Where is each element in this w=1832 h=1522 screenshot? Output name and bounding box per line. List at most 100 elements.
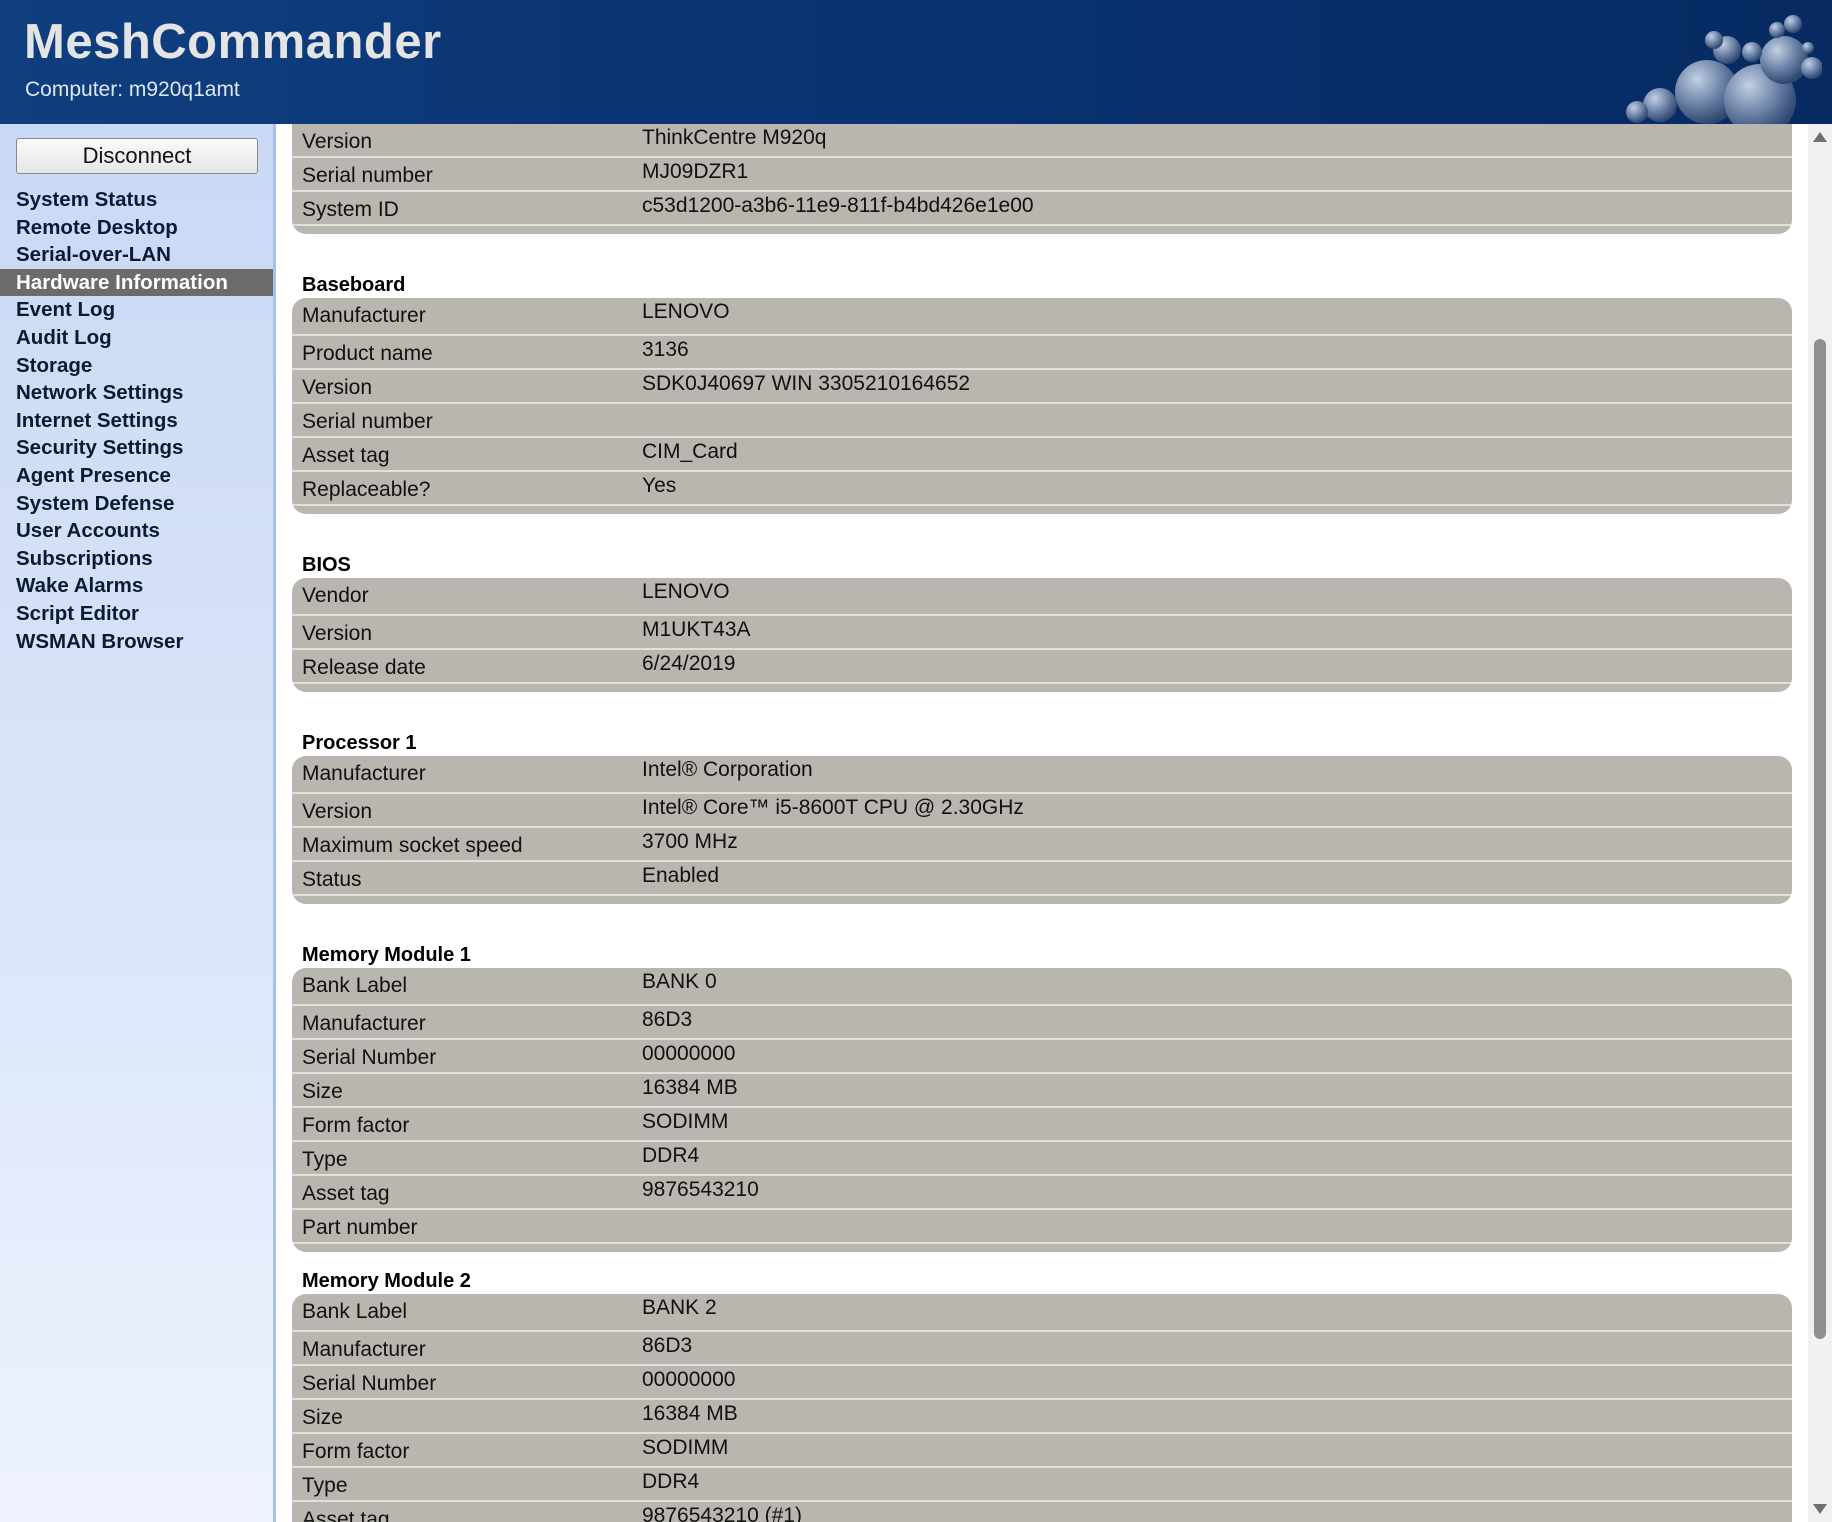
table-row: Version M1UKT43A (292, 616, 1792, 650)
field-value: 86D3 (642, 1008, 693, 1031)
app-title: MeshCommander (24, 15, 442, 69)
scroll-up-arrow-icon[interactable] (1813, 132, 1827, 142)
sidebar-item-network-settings[interactable]: Network Settings (0, 379, 273, 407)
field-label: Manufacturer (302, 1012, 426, 1035)
table-row: Replaceable? Yes (292, 472, 1792, 506)
table-row: Form factor SODIMM (292, 1434, 1792, 1468)
field-label: Form factor (302, 1114, 410, 1137)
field-value: 9876543210 (#1) (642, 1504, 802, 1522)
table-row: Form factor SODIMM (292, 1108, 1792, 1142)
table-row: Manufacturer 86D3 (292, 1332, 1792, 1366)
sidebar-item-user-accounts[interactable]: User Accounts (0, 517, 273, 545)
field-value: 00000000 (642, 1368, 736, 1391)
field-label: Size (302, 1406, 343, 1429)
field-value: Intel® Corporation (642, 758, 813, 781)
table-row: Maximum socket speed 3700 MHz (292, 828, 1792, 862)
computer-name: Computer: m920q1amt (25, 78, 240, 101)
field-value: LENOVO (642, 300, 730, 323)
table-row: Serial Number 00000000 (292, 1366, 1792, 1400)
field-value: Intel® Core™ i5-8600T CPU @ 2.30GHz (642, 796, 1024, 819)
field-label: Version (302, 376, 373, 399)
field-label: Version (302, 130, 373, 153)
table-row: Status Enabled (292, 862, 1792, 896)
field-value: Enabled (642, 864, 720, 887)
scroll-down-arrow-icon[interactable] (1813, 1504, 1827, 1514)
sidebar-item-agent-presence[interactable]: Agent Presence (0, 462, 273, 490)
sidebar-item-security-settings[interactable]: Security Settings (0, 434, 273, 462)
section-title-memory-module-1: Memory Module 1 (302, 944, 471, 966)
sidebar-item-internet-settings[interactable]: Internet Settings (0, 407, 273, 435)
table-row: Version SDK0J40697 WIN 3305210164652 (292, 370, 1792, 404)
field-value: 16384 MB (642, 1402, 738, 1425)
field-value: SDK0J40697 WIN 3305210164652 (642, 372, 971, 395)
table-row: Manufacturer 86D3 (292, 1006, 1792, 1040)
table-row: Type DDR4 (292, 1142, 1792, 1176)
field-value: DDR4 (642, 1144, 700, 1167)
field-label: Version (302, 622, 373, 645)
table-row: Manufacturer Intel® Corporation (292, 756, 1792, 794)
disconnect-button[interactable]: Disconnect (16, 138, 258, 174)
sidebar-item-hardware-information[interactable]: Hardware Information (0, 268, 273, 297)
sidebar-item-remote-desktop[interactable]: Remote Desktop (0, 214, 273, 242)
table-row: Size 16384 MB (292, 1074, 1792, 1108)
sidebar-item-event-log[interactable]: Event Log (0, 296, 273, 324)
field-label: Serial Number (302, 1046, 437, 1069)
field-label: Bank Label (302, 1300, 408, 1323)
info-table-processor-1: Manufacturer Intel® Corporation Version Int… (292, 756, 1792, 904)
field-label: Part number (302, 1216, 418, 1239)
table-row: Serial number (292, 404, 1792, 438)
table-row: System ID c53d1200-a3b6-11e9-811f-b4bd426… (292, 192, 1792, 226)
field-label: Status (302, 868, 362, 891)
field-label: Serial number (302, 410, 433, 433)
field-label: Serial number (302, 164, 433, 187)
hardware-info-content: Manufacturer LENOVO Version ThinkCentre M92… (292, 124, 1792, 1522)
field-label: Type (302, 1148, 348, 1171)
table-row: Asset tag 9876543210 (292, 1176, 1792, 1210)
field-value: 3700 MHz (642, 830, 738, 853)
app-header: MeshCommander Computer: m920q1amt (0, 0, 1832, 124)
field-value: c53d1200-a3b6-11e9-811f-b4bd426e1e00 (642, 194, 1034, 217)
field-label: Product name (302, 342, 433, 365)
sidebar-item-wsman-browser[interactable]: WSMAN Browser (0, 628, 273, 656)
sidebar-item-storage[interactable]: Storage (0, 352, 273, 380)
section-title-bios: BIOS (302, 554, 351, 576)
table-row: Product name 3136 (292, 336, 1792, 370)
sidebar-item-script-editor[interactable]: Script Editor (0, 600, 273, 628)
field-label: Serial Number (302, 1372, 437, 1395)
table-row: Version Intel® Core™ i5-8600T CPU @ 2.30G… (292, 794, 1792, 828)
sidebar-nav: System Status Remote Desktop Serial-over-L… (0, 186, 273, 655)
field-value: 86D3 (642, 1334, 693, 1357)
scrollbar-thumb[interactable] (1814, 339, 1826, 1339)
field-value: SODIMM (642, 1110, 729, 1133)
vertical-scrollbar[interactable] (1808, 124, 1832, 1522)
sidebar-item-system-defense[interactable]: System Defense (0, 490, 273, 518)
table-row: Vendor LENOVO (292, 578, 1792, 616)
bubbles-logo-icon (1626, 15, 1822, 124)
field-label: Bank Label (302, 974, 408, 997)
table-row: Size 16384 MB (292, 1400, 1792, 1434)
field-label: Asset tag (302, 444, 390, 467)
field-value: Yes (642, 474, 677, 497)
field-label: Manufacturer (302, 1338, 426, 1361)
info-table-memory-module-1: Bank Label BANK 0 Manufacturer 86D3 Serial N… (292, 968, 1792, 1252)
sidebar-item-subscriptions[interactable]: Subscriptions (0, 545, 273, 573)
field-value: DDR4 (642, 1470, 700, 1493)
field-value: 9876543210 (642, 1178, 759, 1201)
field-value: ThinkCentre M920q (642, 126, 827, 149)
field-value: BANK 0 (642, 970, 717, 993)
field-label: Size (302, 1080, 343, 1103)
info-table-system: ManufacturerLENOVOVersionThinkCentre M92… (292, 124, 1792, 234)
field-label: Manufacturer (302, 304, 426, 327)
sidebar-item-wake-alarms[interactable]: Wake Alarms (0, 572, 273, 600)
field-label: Replaceable? (302, 478, 431, 501)
sidebar-item-serial-over-lan[interactable]: Serial-over-LAN (0, 241, 273, 269)
field-label: Manufacturer (302, 762, 426, 785)
field-value: 3136 (642, 338, 689, 361)
sidebar-item-audit-log[interactable]: Audit Log (0, 324, 273, 352)
info-table-bios: Vendor LENOVO Version M1UKT43A Release date 6… (292, 578, 1792, 692)
sidebar-item-system-status[interactable]: System Status (0, 186, 273, 214)
field-label: Asset tag (302, 1182, 390, 1205)
field-value: SODIMM (642, 1436, 729, 1459)
field-value: M1UKT43A (642, 618, 751, 641)
table-row: Bank Label BANK 2 (292, 1294, 1792, 1332)
